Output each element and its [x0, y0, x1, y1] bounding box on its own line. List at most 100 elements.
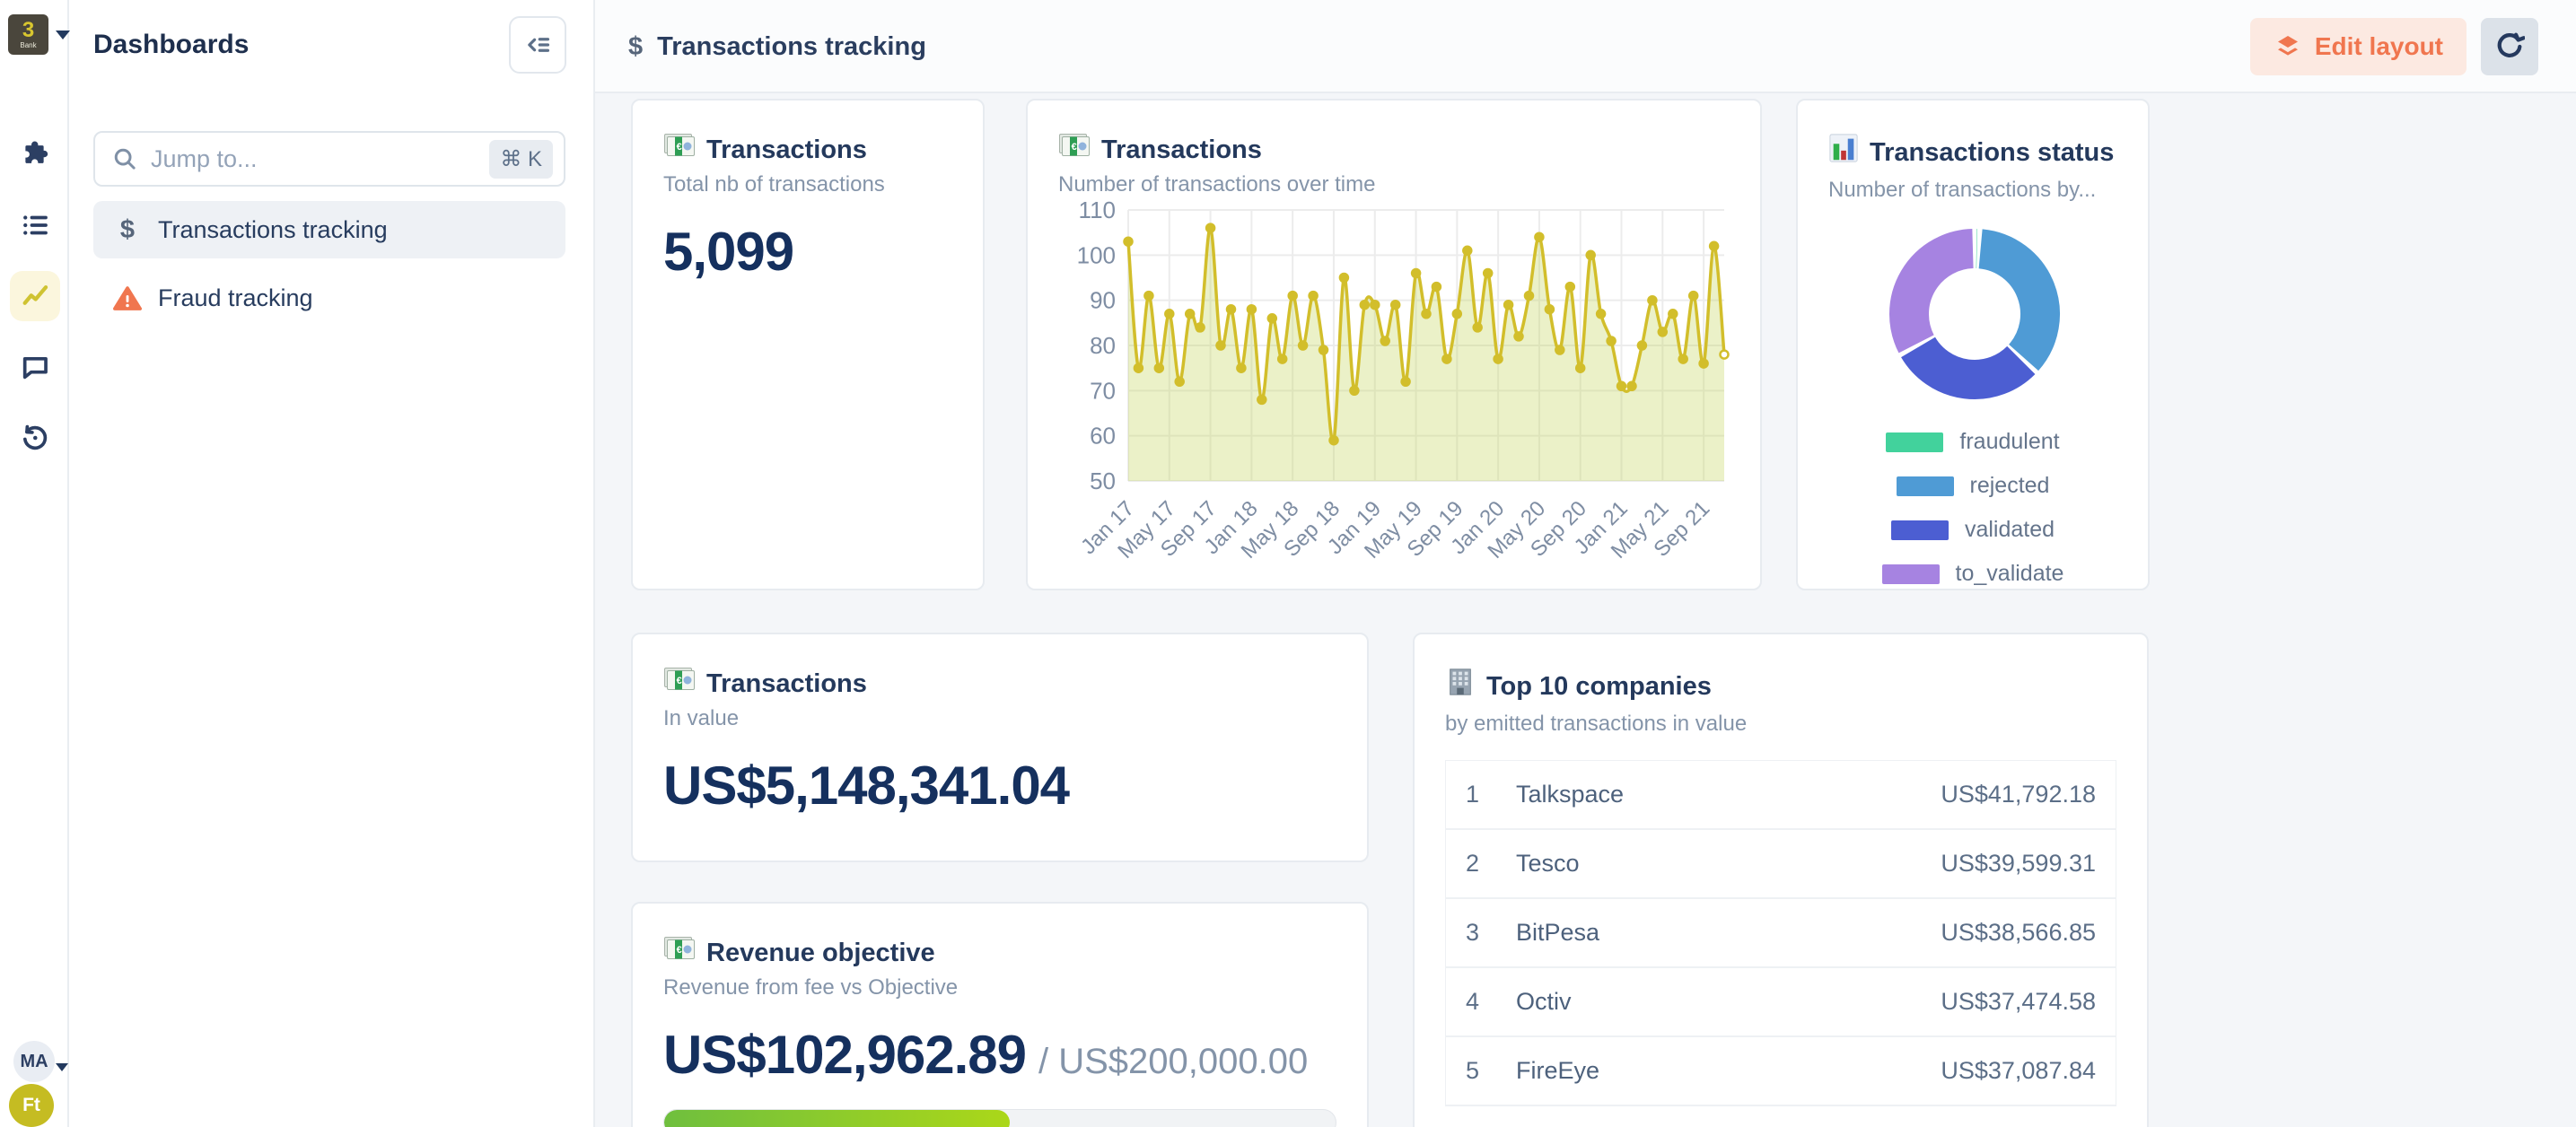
rank-cell: 5 — [1466, 1057, 1516, 1085]
list-icon[interactable] — [10, 200, 60, 250]
sidebar-item-transactions-tracking[interactable]: $ Transactions tracking — [93, 201, 565, 258]
transactions-status-donut — [1828, 210, 2121, 418]
card-title-text: Transactions — [1101, 133, 1262, 167]
svg-text:100: 100 — [1077, 241, 1116, 268]
svg-text:80: 80 — [1090, 332, 1116, 359]
line-chart-icon[interactable] — [10, 271, 60, 321]
card-title-text: Transactions — [706, 133, 867, 167]
legend-label: validated — [1965, 517, 2055, 543]
refresh-icon — [2494, 31, 2525, 62]
svg-text:€: € — [677, 945, 682, 956]
card-title-text: Transactions status — [1870, 135, 2114, 170]
dashboard-board: € Transactions Total nb of transactions … — [595, 93, 2576, 1127]
value-cell: US$39,599.31 — [1941, 850, 2096, 878]
svg-text:70: 70 — [1090, 377, 1116, 404]
legend-item[interactable]: validated — [1891, 517, 2055, 543]
warning-icon — [111, 285, 144, 311]
table-row: 4OctivUS$37,474.58 — [1446, 968, 2116, 1037]
rail-nav — [0, 129, 69, 484]
card-subtitle: Revenue from fee vs Objective — [663, 975, 1336, 1000]
collapse-panel-button[interactable] — [509, 16, 566, 74]
avatar-initials: MA — [20, 1052, 48, 1072]
rank-cell: 1 — [1466, 781, 1516, 808]
card-subtitle: Total nb of transactions — [663, 172, 952, 197]
environment-badge[interactable]: Ft — [9, 1084, 54, 1127]
svg-text:50: 50 — [1090, 467, 1116, 494]
sidebar-item-fraud-tracking[interactable]: Fraud tracking — [93, 269, 565, 327]
card-title-text: Revenue objective — [706, 936, 935, 970]
search-input[interactable] — [151, 145, 489, 173]
donut-legend: fraudulent rejected validated to_validate — [1828, 429, 2117, 587]
company-cell: FireEye — [1516, 1057, 1941, 1085]
card-total-transactions: € Transactions Total nb of transactions … — [631, 99, 985, 590]
euro-banknote-icon: € — [1058, 133, 1091, 167]
revenue-target: / US$200,000.00 — [1038, 1042, 1308, 1082]
company-cell: Talkspace — [1516, 781, 1941, 808]
search-icon — [111, 145, 138, 172]
chat-icon[interactable] — [10, 342, 60, 392]
card-subtitle: by emitted transactions in value — [1445, 712, 2116, 737]
company-cell: Octiv — [1516, 988, 1941, 1016]
main-content: $ Transactions tracking Edit layout € Tr… — [595, 0, 2576, 1127]
revenue-progress-track — [663, 1109, 1336, 1127]
value-cell: US$38,566.85 — [1941, 919, 2096, 947]
card-title-text: Top 10 companies — [1486, 669, 1712, 703]
progress-fill — [664, 1110, 1010, 1127]
table-row: 3BitPesaUS$38,566.85 — [1446, 899, 2116, 968]
legend-label: rejected — [1970, 473, 2050, 499]
edit-layout-label: Edit layout — [2315, 32, 2443, 61]
card-title-text: Transactions — [706, 667, 867, 701]
office-building-icon — [1445, 667, 1476, 706]
dashboard-list: $ Transactions tracking Fraud tracking — [93, 201, 565, 337]
card-subtitle: Number of transactions by... — [1828, 178, 2117, 203]
avatar-caret-icon[interactable] — [56, 1063, 68, 1071]
workspace-logo[interactable]: 3 Bank — [8, 14, 48, 55]
legend-label: fraudulent — [1959, 429, 2059, 455]
revenue-value: US$102,962.89 — [663, 1024, 1026, 1086]
left-rail: 3 Bank MA Ft — [0, 0, 69, 1127]
legend-swatch — [1886, 432, 1943, 452]
svg-text:€: € — [677, 676, 682, 686]
euro-banknote-icon: € — [663, 936, 696, 970]
sidebar-item-label: Fraud tracking — [158, 284, 313, 312]
puzzle-icon[interactable] — [10, 129, 60, 179]
euro-banknote-icon: € — [663, 667, 696, 701]
bar-chart-icon — [1828, 133, 1859, 172]
collapse-panel-icon — [523, 31, 552, 59]
rank-cell: 4 — [1466, 988, 1516, 1016]
euro-banknote-icon: € — [663, 133, 696, 167]
card-subtitle: In value — [663, 706, 1336, 731]
transactions-line-chart: 5060708090100110Jan 17May 17Sep 17Jan 18… — [1058, 199, 1767, 583]
dashboards-panel: Dashboards ⌘ K $ Transactions tracking F… — [69, 0, 595, 1127]
page-title: $ Transactions tracking — [628, 0, 926, 93]
company-cell: Tesco — [1516, 850, 1941, 878]
edit-layout-button[interactable]: Edit layout — [2250, 18, 2466, 75]
workspace-caret-icon[interactable] — [56, 31, 70, 39]
page-title-text: Transactions tracking — [657, 32, 926, 62]
table-row: 1TalkspaceUS$41,792.18 — [1446, 761, 2116, 830]
card-transactions-status: Transactions status Number of transactio… — [1796, 99, 2150, 590]
table-row: 2TescoUS$39,599.31 — [1446, 830, 2116, 899]
legend-swatch — [1891, 520, 1949, 540]
svg-text:€: € — [677, 142, 682, 153]
total-transactions-value: 5,099 — [663, 221, 952, 283]
svg-text:110: 110 — [1079, 199, 1116, 223]
legend-item[interactable]: to_validate — [1882, 561, 2064, 587]
legend-item[interactable]: fraudulent — [1886, 429, 2059, 455]
legend-label: to_validate — [1956, 561, 2064, 587]
rank-cell: 3 — [1466, 919, 1516, 947]
card-revenue-objective: € Revenue objective Revenue from fee vs … — [631, 902, 1369, 1127]
avatar[interactable]: MA — [13, 1041, 55, 1082]
refresh-button[interactable] — [2481, 18, 2538, 75]
workspace-logo-text: 3 — [22, 20, 34, 41]
svg-text:90: 90 — [1090, 287, 1116, 314]
transactions-value: US$5,148,341.04 — [663, 755, 1336, 817]
layers-icon — [2274, 32, 2302, 61]
svg-text:€: € — [1072, 142, 1077, 153]
card-top-companies: Top 10 companies by emitted transactions… — [1413, 633, 2149, 1127]
legend-item[interactable]: rejected — [1897, 473, 2050, 499]
history-icon[interactable] — [10, 413, 60, 463]
card-subtitle: Number of transactions over time — [1058, 172, 1730, 197]
panel-title: Dashboards — [93, 30, 249, 60]
search-box[interactable]: ⌘ K — [93, 131, 565, 187]
